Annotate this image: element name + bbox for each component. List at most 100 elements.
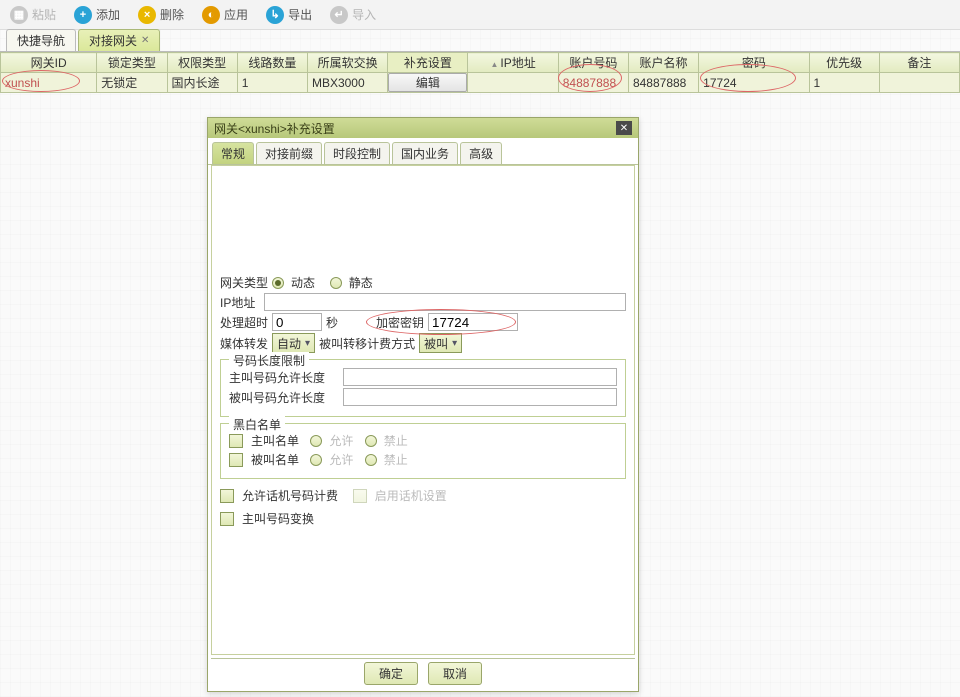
caller-list-label: 主叫名单 — [251, 432, 299, 449]
tab-quick-nav[interactable]: 快捷导航 — [6, 29, 76, 51]
callee-len-input[interactable] — [343, 388, 617, 406]
caller-len-input[interactable] — [343, 368, 617, 386]
extra-settings-dialog: 网关<xunshi>补充设置 ✕ 常规 对接前缀 时段控制 国内业务 高级 网关… — [207, 117, 639, 692]
ip-input[interactable] — [264, 293, 626, 311]
cell-acct-name[interactable]: 84887888 — [628, 73, 698, 93]
tab-general[interactable]: 常规 — [212, 142, 254, 164]
dialog-close-button[interactable]: ✕ — [616, 121, 632, 135]
row-media-transfer: 媒体转发 自动 被叫转移计费方式 被叫 — [220, 333, 626, 353]
allow-phone-billing-check[interactable] — [220, 489, 234, 503]
col-line-count[interactable]: 线路数量 — [237, 53, 307, 73]
delete-icon: × — [138, 6, 156, 24]
media-relay-select[interactable]: 自动 — [272, 333, 315, 353]
tab-advanced[interactable]: 高级 — [460, 142, 502, 164]
add-icon: + — [74, 6, 92, 24]
dialog-footer: 确定 取消 — [211, 658, 635, 688]
col-ip[interactable]: IP地址 — [468, 53, 558, 73]
apply-button[interactable]: ◐ 应用 — [202, 6, 248, 24]
document-tabs: 快捷导航 对接网关 ✕ — [0, 30, 960, 52]
col-softswitch[interactable]: 所属软交换 — [307, 53, 387, 73]
row-ip: IP地址 — [220, 293, 626, 311]
media-relay-label: 媒体转发 — [220, 335, 268, 352]
gateway-type-label: 网关类型 — [220, 274, 268, 291]
cell-perm-type[interactable]: 国内长途 — [167, 73, 237, 93]
col-perm-type[interactable]: 权限类型 — [167, 53, 237, 73]
caller-allow-radio[interactable] — [310, 435, 322, 447]
cancel-button[interactable]: 取消 — [428, 662, 482, 685]
callee-deny-radio[interactable] — [365, 454, 377, 466]
transfer-bill-select[interactable]: 被叫 — [419, 333, 462, 353]
cell-remark[interactable] — [879, 73, 959, 93]
add-button[interactable]: + 添加 — [74, 6, 120, 24]
main-toolbar: ▦ 粘贴 + 添加 × 删除 ◐ 应用 ↳ 导出 ↵ 导入 — [0, 0, 960, 30]
gateway-grid: 网关ID 锁定类型 权限类型 线路数量 所属软交换 补充设置 IP地址 账户号码… — [0, 52, 960, 93]
export-label: 导出 — [288, 6, 312, 23]
import-icon: ↵ — [330, 6, 348, 24]
transfer-bill-label: 被叫转移计费方式 — [319, 335, 415, 352]
import-label: 导入 — [352, 6, 376, 23]
tab-prefix[interactable]: 对接前缀 — [256, 142, 322, 164]
col-password[interactable]: 密码 — [699, 53, 809, 73]
table-row[interactable]: xunshi 无锁定 国内长途 1 MBX3000 编辑 84887888 84… — [1, 73, 960, 93]
enable-phone-cfg-check[interactable] — [353, 489, 367, 503]
timeout-unit: 秒 — [326, 314, 338, 331]
export-icon: ↳ — [266, 6, 284, 24]
key-input[interactable] — [428, 313, 518, 331]
col-extra[interactable]: 补充设置 — [388, 53, 468, 73]
callee-list-check[interactable] — [229, 453, 243, 467]
fieldset-length-limit: 号码长度限制 主叫号码允许长度 被叫号码允许长度 — [220, 359, 626, 417]
bw-legend: 黑白名单 — [229, 416, 285, 433]
radio-static[interactable] — [330, 277, 342, 289]
timeout-input[interactable] — [272, 313, 322, 331]
cell-gateway-id[interactable]: xunshi — [1, 73, 97, 93]
enable-phone-cfg-label: 启用话机设置 — [375, 487, 447, 504]
paste-button[interactable]: ▦ 粘贴 — [10, 6, 56, 24]
callee-allow-label: 允许 — [329, 451, 353, 468]
cell-ip[interactable] — [468, 73, 558, 93]
tab-gateway[interactable]: 对接网关 ✕ — [78, 29, 160, 51]
cell-acct-num[interactable]: 84887888 — [558, 73, 628, 93]
callee-allow-radio[interactable] — [310, 454, 322, 466]
cell-priority[interactable]: 1 — [809, 73, 879, 93]
paste-icon: ▦ — [10, 6, 28, 24]
callee-list-label: 被叫名单 — [251, 451, 299, 468]
caller-transform-check[interactable] — [220, 512, 234, 526]
close-icon[interactable]: ✕ — [141, 35, 149, 46]
callee-len-label: 被叫号码允许长度 — [229, 389, 339, 406]
dialog-titlebar[interactable]: 网关<xunshi>补充设置 ✕ — [208, 118, 638, 138]
tab-domestic[interactable]: 国内业务 — [392, 142, 458, 164]
apply-icon: ◐ — [202, 6, 220, 24]
tab-quick-nav-label: 快捷导航 — [17, 32, 65, 49]
col-remark[interactable]: 备注 — [879, 53, 959, 73]
dialog-tabs: 常规 对接前缀 时段控制 国内业务 高级 — [208, 138, 638, 165]
row-gateway-type: 网关类型 动态 静态 — [220, 274, 626, 291]
delete-button[interactable]: × 删除 — [138, 6, 184, 24]
edit-button[interactable]: 编辑 — [388, 73, 467, 92]
fieldset-blackwhite: 黑白名单 主叫名单 允许 禁止 被叫名单 允许 禁止 — [220, 423, 626, 479]
key-label: 加密密钥 — [376, 314, 424, 331]
radio-dynamic[interactable] — [272, 277, 284, 289]
ok-button[interactable]: 确定 — [364, 662, 418, 685]
caller-allow-label: 允许 — [329, 432, 353, 449]
cell-password[interactable]: 17724 — [699, 73, 809, 93]
tab-period[interactable]: 时段控制 — [324, 142, 390, 164]
col-gateway-id[interactable]: 网关ID — [1, 53, 97, 73]
radio-static-label: 静态 — [349, 274, 373, 291]
add-label: 添加 — [96, 6, 120, 23]
col-acct-name[interactable]: 账户名称 — [628, 53, 698, 73]
col-priority[interactable]: 优先级 — [809, 53, 879, 73]
col-lock-type[interactable]: 锁定类型 — [97, 53, 167, 73]
caller-list-check[interactable] — [229, 434, 243, 448]
callee-deny-label: 禁止 — [384, 451, 408, 468]
cell-lock-type[interactable]: 无锁定 — [97, 73, 167, 93]
import-button[interactable]: ↵ 导入 — [330, 6, 376, 24]
caller-deny-radio[interactable] — [365, 435, 377, 447]
cell-line-count[interactable]: 1 — [237, 73, 307, 93]
caller-deny-label: 禁止 — [384, 432, 408, 449]
export-button[interactable]: ↳ 导出 — [266, 6, 312, 24]
dialog-body: 网关类型 动态 静态 IP地址 处理超时 秒 加密密钥 媒体转发 自动 被叫转移… — [211, 165, 635, 655]
timeout-label: 处理超时 — [220, 314, 268, 331]
col-acct-num[interactable]: 账户号码 — [558, 53, 628, 73]
paste-label: 粘贴 — [32, 6, 56, 23]
cell-softswitch[interactable]: MBX3000 — [307, 73, 387, 93]
